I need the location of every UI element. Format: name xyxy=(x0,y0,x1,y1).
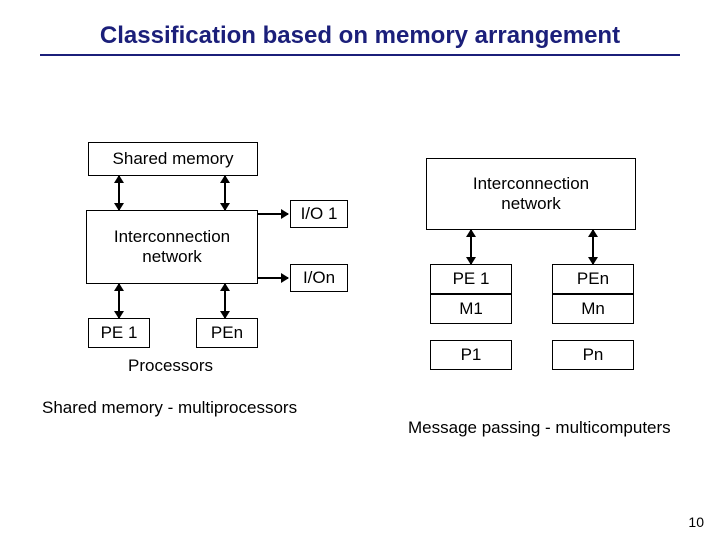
slide: Classification based on memory arrangeme… xyxy=(0,0,720,540)
arrow-net-to-pen xyxy=(224,284,226,318)
right-pe1-label: PE 1 xyxy=(453,269,490,289)
mn-label: Mn xyxy=(581,299,605,319)
arrow-net-to-pe1 xyxy=(118,284,120,318)
right-pen-box: PEn xyxy=(552,264,634,294)
pn-label: Pn xyxy=(583,345,604,365)
right-interconnection-box: Interconnection network xyxy=(426,158,636,230)
mn-box: Mn xyxy=(552,294,634,324)
shared-memory-label: Shared memory xyxy=(113,149,234,169)
arrow-to-io1 xyxy=(258,213,288,215)
right-interconnection-label: Interconnection network xyxy=(473,174,589,214)
left-pen-box: PEn xyxy=(196,318,258,348)
p1-label: P1 xyxy=(461,345,482,365)
arrow-mem-to-net-left xyxy=(118,176,120,210)
right-caption: Message passing - multicomputers xyxy=(408,418,671,438)
left-interconnection-box: Interconnection network xyxy=(86,210,258,284)
left-pen-label: PEn xyxy=(211,323,243,343)
right-pen-label: PEn xyxy=(577,269,609,289)
ion-label: I/On xyxy=(303,268,335,288)
arrow-mem-to-net-right xyxy=(224,176,226,210)
right-arrow-net-pen xyxy=(592,230,594,264)
io1-box: I/O 1 xyxy=(290,200,348,228)
shared-memory-box: Shared memory xyxy=(88,142,258,176)
ion-box: I/On xyxy=(290,264,348,292)
pn-box: Pn xyxy=(552,340,634,370)
m1-label: M1 xyxy=(459,299,483,319)
m1-box: M1 xyxy=(430,294,512,324)
arrow-to-ion xyxy=(258,277,288,279)
left-interconnection-label: Interconnection network xyxy=(114,227,230,267)
right-arrow-net-pe1 xyxy=(470,230,472,264)
left-pe1-label: PE 1 xyxy=(101,323,138,343)
processors-label: Processors xyxy=(128,356,213,376)
p1-box: P1 xyxy=(430,340,512,370)
page-number: 10 xyxy=(688,514,704,530)
right-pe1-box: PE 1 xyxy=(430,264,512,294)
left-pe1-box: PE 1 xyxy=(88,318,150,348)
slide-title: Classification based on memory arrangeme… xyxy=(40,22,680,56)
left-caption: Shared memory - multiprocessors xyxy=(42,398,297,418)
io1-label: I/O 1 xyxy=(301,204,338,224)
